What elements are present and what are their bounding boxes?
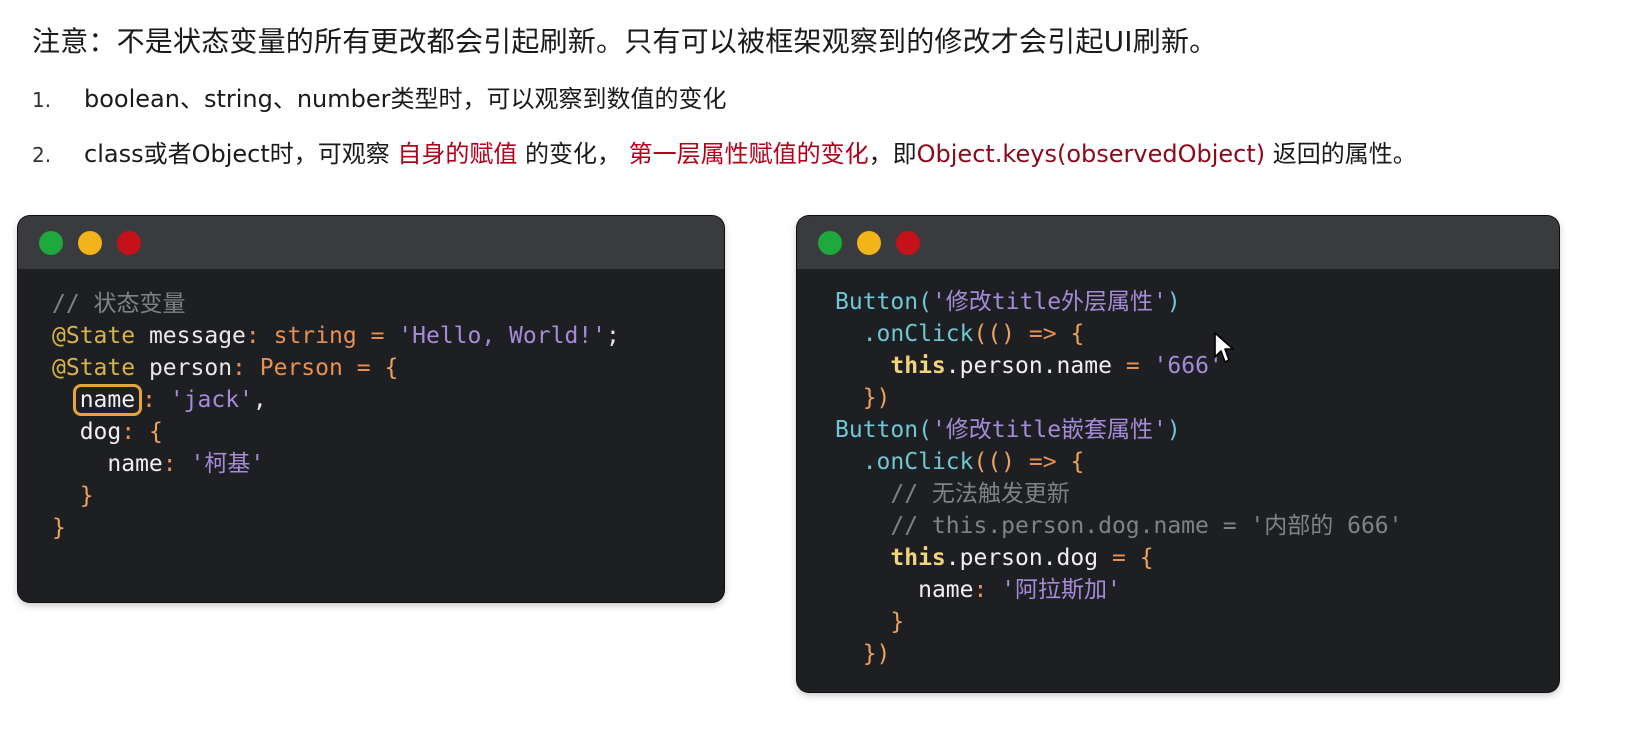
method-name: .onClick [862, 449, 974, 475]
green-dot-icon [39, 231, 63, 255]
highlight-first-level: 第一层属性赋值的变化 [628, 140, 869, 168]
list-text-part: ，即 [868, 140, 917, 168]
function-name: Button [835, 289, 919, 315]
property-path: .person.dog [945, 545, 1099, 571]
variable-name: message [148, 323, 246, 349]
mouse-cursor-icon [1214, 332, 1234, 363]
decorator: @State [52, 355, 136, 381]
property-key: name [918, 577, 974, 603]
code-block: Button('修改title外层属性') .onClick(() => { t… [835, 289, 1403, 667]
property-path: .person.name [945, 353, 1112, 379]
list-item-2: 2. class或者Object时，可观察 自身的赋值 的变化， 第一层属性赋值的… [32, 137, 1417, 172]
list-item-1: 1. boolean、string、number类型时，可以观察到数值的变化 [32, 82, 727, 117]
list-number: 2. [32, 143, 52, 167]
string-literal: '修改title外层属性' [931, 289, 1167, 315]
code-window-buttons: Button('修改title外层属性') .onClick(() => { t… [797, 216, 1559, 692]
window-titlebar [797, 216, 1559, 269]
string-literal: '修改title嵌套属性' [931, 417, 1167, 443]
list-text: boolean、string、number类型时，可以观察到数值的变化 [84, 85, 727, 113]
decorator: @State [52, 323, 136, 349]
type-name: string [273, 323, 357, 349]
string-literal: 'Hello, World!' [398, 323, 606, 349]
red-dot-icon [117, 231, 141, 255]
green-dot-icon [818, 231, 842, 255]
list-number: 1. [32, 88, 52, 112]
list-text-part: class或者Object时，可观察 [84, 140, 398, 168]
code-comment: // this.person.dog.name = '内部的 666' [890, 513, 1403, 539]
red-dot-icon [896, 231, 920, 255]
highlighted-name-key: name [72, 384, 143, 416]
type-name: Person [259, 355, 343, 381]
code-comment: // 无法触发更新 [890, 481, 1070, 507]
string-literal: 'jack' [169, 387, 253, 413]
list-text-part: 返回的属性。 [1265, 140, 1417, 168]
list-text-part: 的变化， [517, 140, 629, 168]
yellow-dot-icon [857, 231, 881, 255]
window-titlebar [18, 216, 724, 269]
property-key: dog [79, 419, 122, 445]
highlight-object-keys: Object.keys(observedObject) [916, 140, 1266, 168]
code-window-state: // 状态变量 @State message: string = 'Hello,… [18, 216, 724, 602]
code-comment: // 状态变量 [52, 291, 186, 317]
highlight-self-assign: 自身的赋值 [397, 140, 518, 168]
variable-name: person [148, 355, 233, 381]
method-name: .onClick [862, 321, 974, 347]
yellow-dot-icon [78, 231, 102, 255]
property-key: name [107, 451, 163, 477]
this-keyword: this [890, 545, 946, 571]
function-name: Button [835, 417, 919, 443]
code-block: // 状态变量 @State message: string = 'Hello,… [52, 291, 620, 541]
string-literal: '柯基' [190, 451, 265, 477]
string-literal: '阿拉斯加' [1001, 577, 1121, 603]
notice-heading: 注意：不是状态变量的所有更改都会引起刷新。只有可以被框架观察到的修改才会引起UI… [32, 25, 1218, 58]
this-keyword: this [890, 353, 946, 379]
